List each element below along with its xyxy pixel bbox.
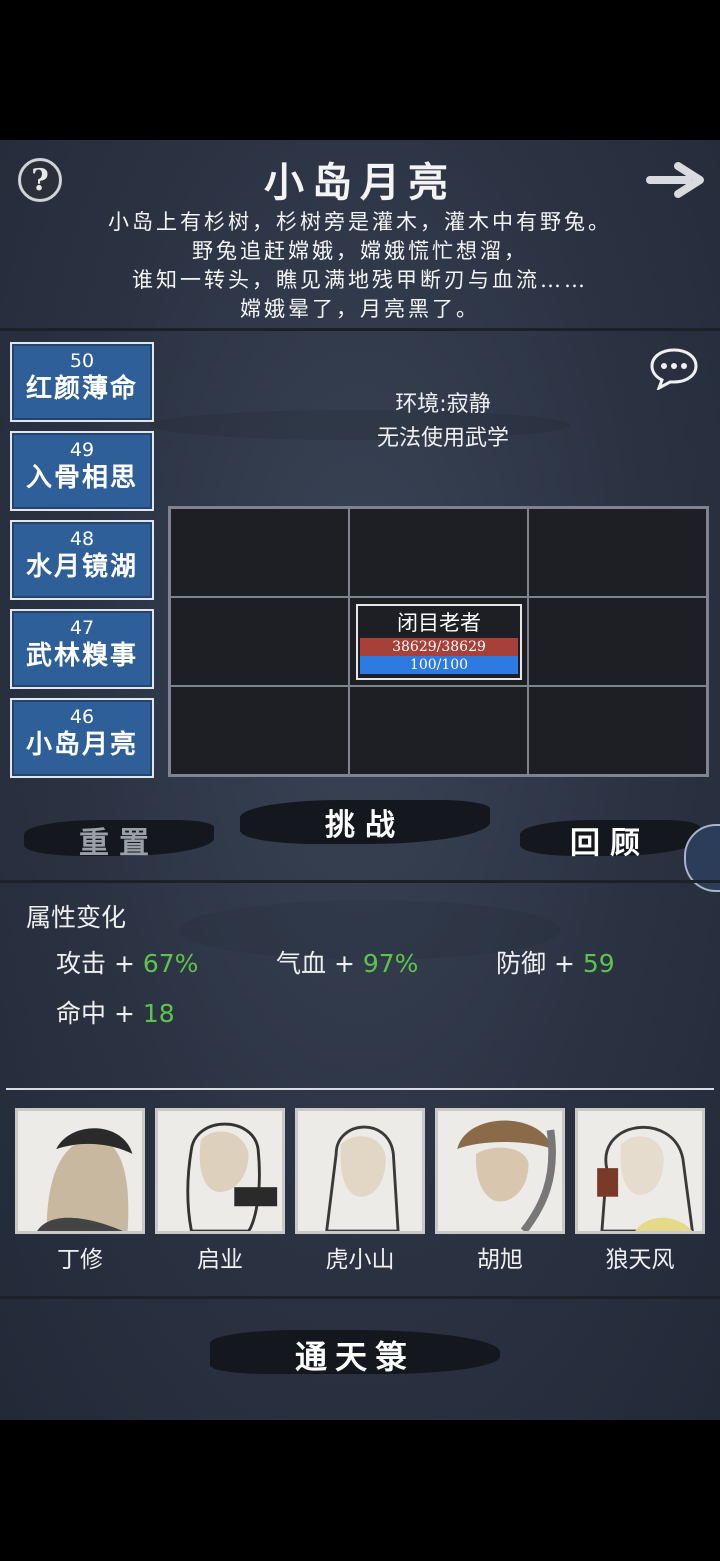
hero-portrait[interactable]: [295, 1108, 425, 1234]
hero-portrait-image: [158, 1111, 282, 1231]
story-line: 小岛上有杉树，杉树旁是灌木，灌木中有野兔。: [108, 210, 612, 234]
hero-portrait[interactable]: [575, 1108, 705, 1234]
grid-cell[interactable]: [528, 508, 707, 597]
grid-cell[interactable]: [528, 686, 707, 775]
attribute-attack: 攻击 + 67%: [56, 944, 198, 980]
divider: [0, 1296, 720, 1299]
grid-cell[interactable]: [170, 686, 349, 775]
chat-bubble-icon[interactable]: [649, 346, 699, 390]
hero-portrait-image: [18, 1111, 142, 1231]
tongtian-button[interactable]: 通天箓: [210, 1332, 500, 1378]
divider: [6, 1088, 714, 1090]
grid-cell[interactable]: [528, 597, 707, 686]
challenge-button[interactable]: 挑战: [240, 800, 490, 844]
story-line: 谁知一转头，瞧见满地残甲断刃与血流……: [132, 268, 588, 292]
hero-name: 狼天风: [605, 1247, 675, 1273]
hero-portrait-image: [438, 1111, 562, 1231]
formation-grid: 闭目老者 38629/38629 100/100: [168, 506, 709, 777]
level-number: 49: [69, 439, 95, 461]
attribute-title: 属性变化: [26, 903, 127, 932]
level-number: 47: [69, 617, 95, 639]
enemy-hp-bar: 38629/38629: [360, 638, 518, 656]
attribute-value: 67%: [142, 949, 199, 978]
divider: [0, 880, 720, 883]
hero-name: 胡旭: [477, 1247, 523, 1273]
environment-type: 环境:寂静: [395, 392, 491, 417]
hero-portrait-image: [298, 1111, 422, 1231]
grid-cell[interactable]: [349, 508, 528, 597]
enemy-name: 闭目老者: [397, 611, 481, 635]
attribute-health: 气血 + 97%: [276, 944, 418, 980]
attribute-value: 18: [142, 999, 175, 1028]
enemy-mp-bar: 100/100: [360, 656, 518, 674]
enemy-card[interactable]: 闭目老者 38629/38629 100/100: [356, 604, 522, 680]
attribute-defense: 防御 + 59: [496, 944, 615, 980]
navigation-bar-area: [0, 1420, 720, 1561]
attribute-value: 97%: [362, 949, 419, 978]
attribute-label: 命中 +: [56, 999, 143, 1028]
attribute-value: 59: [582, 949, 615, 978]
level-story: 小岛上有杉树，杉树旁是灌木，灌木中有野兔。 野兔追赶嫦娥，嫦娥慌忙想溜， 谁知一…: [40, 208, 680, 324]
status-bar-area: [0, 0, 720, 140]
level-item-48[interactable]: 48 水月镜湖: [10, 520, 154, 600]
story-line: 野兔追赶嫦娥，嫦娥慌忙想溜，: [192, 239, 528, 263]
divider: [0, 328, 720, 331]
grid-cell[interactable]: [349, 686, 528, 775]
level-name: 小岛月亮: [25, 730, 138, 760]
hero-portrait-image: [578, 1111, 702, 1231]
review-button[interactable]: 回顾: [520, 818, 700, 862]
environment-rule: 无法使用武学: [376, 426, 509, 451]
reset-button[interactable]: 重置: [24, 818, 214, 862]
level-number: 50: [69, 350, 95, 372]
level-item-47[interactable]: 47 武林糗事: [10, 609, 154, 689]
hero-portrait[interactable]: [155, 1108, 285, 1234]
attribute-hit: 命中 + 18: [56, 994, 175, 1030]
hero-portrait[interactable]: [435, 1108, 565, 1234]
level-title: 小岛月亮: [264, 159, 456, 206]
level-item-46[interactable]: 46 小岛月亮: [10, 698, 154, 778]
level-number: 48: [69, 528, 95, 550]
attribute-label: 攻击 +: [56, 949, 143, 978]
hero-name: 启业: [197, 1247, 243, 1273]
hero-name: 丁修: [57, 1247, 103, 1273]
hero-portrait[interactable]: [15, 1108, 145, 1234]
environment-info: 环境:寂静 无法使用武学: [300, 388, 586, 456]
grid-cell[interactable]: 闭目老者 38629/38629 100/100: [349, 597, 528, 686]
attribute-label: 气血 +: [276, 949, 363, 978]
grid-cell[interactable]: [170, 508, 349, 597]
level-item-49[interactable]: 49 入骨相思: [10, 431, 154, 511]
attribute-label: 防御 +: [496, 949, 583, 978]
level-name: 红颜薄命: [25, 374, 138, 404]
level-name: 水月镜湖: [25, 552, 138, 582]
grid-cell[interactable]: [170, 597, 349, 686]
level-name: 入骨相思: [25, 463, 138, 493]
story-line: 嫦娥晕了，月亮黑了。: [240, 297, 480, 321]
level-name: 武林糗事: [25, 641, 138, 671]
level-number: 46: [69, 706, 95, 728]
level-item-50[interactable]: 50 红颜薄命: [10, 342, 154, 422]
hero-name: 虎小山: [325, 1247, 395, 1273]
